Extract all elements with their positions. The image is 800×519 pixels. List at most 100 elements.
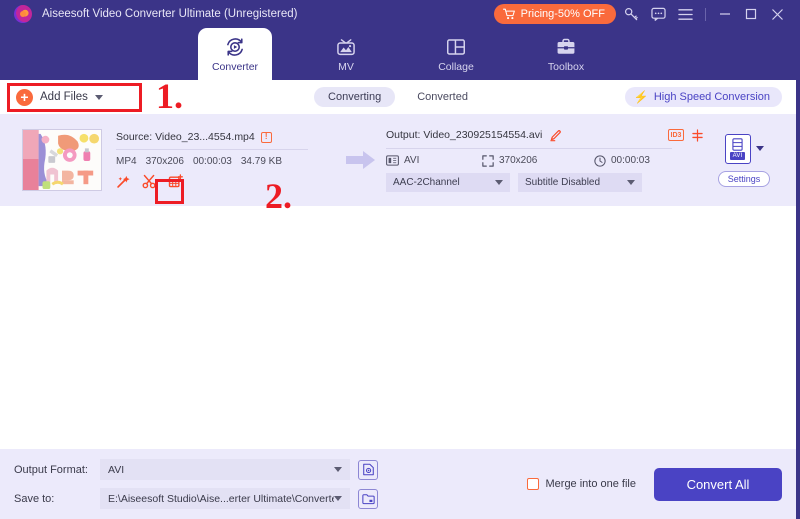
app-title: Aiseesoft Video Converter Ultimate (Unre… (42, 8, 298, 20)
chevron-down-icon[interactable] (755, 146, 764, 151)
output-metadata: AVI 370x206 00:00:03 (386, 154, 708, 167)
video-format-icon (386, 155, 399, 166)
source-metadata: MP4 370x206 00:00:03 34.79 KB (116, 156, 338, 167)
format-preferences-button[interactable] (358, 459, 378, 480)
output-resolution: 370x206 (499, 155, 538, 166)
source-format: MP4 (116, 156, 137, 167)
plus-icon: + (16, 88, 33, 106)
high-speed-label: High Speed Conversion (653, 91, 770, 103)
mv-icon (337, 38, 355, 55)
save-to-label: Save to: (14, 492, 55, 505)
close-button[interactable] (764, 3, 790, 25)
toolbox-icon (557, 38, 575, 54)
output-divider (386, 147, 672, 149)
main-nav-tabs: Converter MV Collage Toolbox (0, 28, 800, 80)
magic-wand-icon[interactable] (116, 174, 131, 189)
tab-mv-label: MV (338, 60, 354, 73)
maximize-button[interactable] (738, 3, 764, 25)
chevron-down-icon (334, 467, 342, 472)
format-button[interactable]: AVI (724, 133, 751, 164)
toolbar-divider (705, 7, 706, 21)
watermark-icon[interactable] (168, 174, 183, 189)
video-thumbnail (22, 129, 102, 191)
tab-converting[interactable]: Converting (314, 87, 396, 107)
cart-icon (502, 8, 515, 20)
source-duration: 00:00:03 (192, 156, 232, 167)
chevron-down-icon (495, 179, 503, 185)
source-resolution: 370x206 (145, 156, 184, 167)
film-icon (732, 137, 743, 151)
chevron-down-icon (94, 94, 103, 100)
output-format-select[interactable]: AVI (100, 459, 350, 480)
source-filename: Source: Video_23...4554.mp4 (116, 131, 255, 143)
file-list: Source: Video_23...4554.mp4 ! MP4 370x20… (0, 114, 796, 449)
save-to-row: Save to: E:\Aiseesoft Studio\Aise...erte… (14, 488, 378, 509)
merge-label: Merge into one file (545, 478, 637, 490)
scissors-icon[interactable] (142, 174, 157, 189)
tab-toolbox-label: Toolbox (547, 60, 585, 73)
tab-converted[interactable]: Converted (403, 87, 482, 107)
info-icon[interactable]: ! (260, 131, 272, 143)
split-icon[interactable] (691, 128, 704, 142)
output-info: Output: Video_230925154554.avi ID3 AVI 3… (386, 128, 708, 192)
folder-icon (361, 493, 375, 504)
converter-toolbar: + Add Files Converting Converted ⚡ High … (0, 80, 796, 114)
menu-icon[interactable] (673, 3, 697, 25)
gear-file-icon (362, 463, 374, 476)
chevron-down-icon (627, 179, 635, 185)
converter-icon (227, 37, 243, 56)
tab-collage[interactable]: Collage (420, 28, 492, 80)
lightning-icon: ⚡ (633, 90, 649, 104)
bottom-bar: Output Format: AVI Save to: E:\Aiseesoft (0, 449, 800, 519)
subtitle-track-value: Subtitle Disabled (525, 176, 601, 188)
minimize-button[interactable] (712, 3, 738, 25)
save-to-select[interactable]: E:\Aiseesoft Studio\Aise...erter Ultimat… (100, 488, 350, 509)
source-divider (116, 149, 308, 150)
merge-into-one-file-checkbox[interactable]: Merge into one file (526, 478, 637, 490)
tab-toolbox[interactable]: Toolbox (530, 28, 602, 80)
pricing-button[interactable]: Pricing-50% OFF (493, 4, 616, 24)
convert-all-button[interactable]: Convert All (654, 467, 782, 501)
checkbox-icon (526, 478, 539, 490)
tab-converter-label: Converter (211, 60, 259, 73)
output-format-value: AVI (108, 463, 125, 476)
id-badge-icon[interactable]: ID3 (668, 129, 684, 141)
main-content: + Add Files Converting Converted ⚡ High … (0, 80, 800, 449)
audio-track-select[interactable]: AAC-2Channel (386, 172, 510, 192)
format-tag: AVI (729, 151, 746, 160)
resolution-icon (482, 154, 494, 167)
feedback-icon[interactable] (646, 3, 670, 25)
browse-folder-button[interactable] (358, 488, 378, 509)
app-logo-icon (14, 5, 32, 23)
add-files-label: Add Files (40, 91, 88, 103)
tab-converter[interactable]: Converter (198, 28, 272, 80)
add-files-button[interactable]: + Add Files (14, 86, 109, 109)
output-format-row: Output Format: AVI (14, 459, 378, 480)
output-track-selectors: AAC-2Channel Subtitle Disabled (386, 172, 708, 192)
settings-button[interactable]: Settings (717, 170, 771, 187)
output-title-row: Output: Video_230925154554.avi ID3 (386, 128, 708, 142)
source-edit-actions (116, 174, 338, 189)
output-filename: Output: Video_230925154554.avi (386, 129, 543, 141)
tab-collage-label: Collage (438, 60, 474, 73)
pencil-icon[interactable] (549, 129, 562, 142)
right-arrow-icon (346, 151, 375, 169)
source-filesize: 34.79 KB (240, 156, 283, 167)
output-format: AVI (404, 155, 420, 166)
save-to-value: E:\Aiseesoft Studio\Aise...erter Ultimat… (108, 492, 334, 505)
high-speed-conversion-badge[interactable]: ⚡ High Speed Conversion (624, 87, 782, 107)
chevron-down-icon (334, 496, 342, 501)
output-duration: 00:00:03 (611, 155, 650, 166)
row-format-selector: AVI Settings (708, 133, 780, 187)
subtitle-track-select[interactable]: Subtitle Disabled (518, 172, 642, 192)
tab-mv[interactable]: MV (310, 28, 382, 80)
output-format-label: Output Format: (14, 463, 88, 476)
conversion-arrow (338, 150, 384, 170)
key-icon[interactable] (619, 3, 643, 25)
pricing-label: Pricing-50% OFF (520, 8, 605, 20)
application-window: Aiseesoft Video Converter Ultimate (Unre… (0, 0, 800, 519)
collage-icon (447, 38, 465, 55)
clock-icon (594, 154, 606, 167)
file-row[interactable]: Source: Video_23...4554.mp4 ! MP4 370x20… (0, 114, 796, 206)
source-title-row: Source: Video_23...4554.mp4 ! (116, 131, 338, 143)
